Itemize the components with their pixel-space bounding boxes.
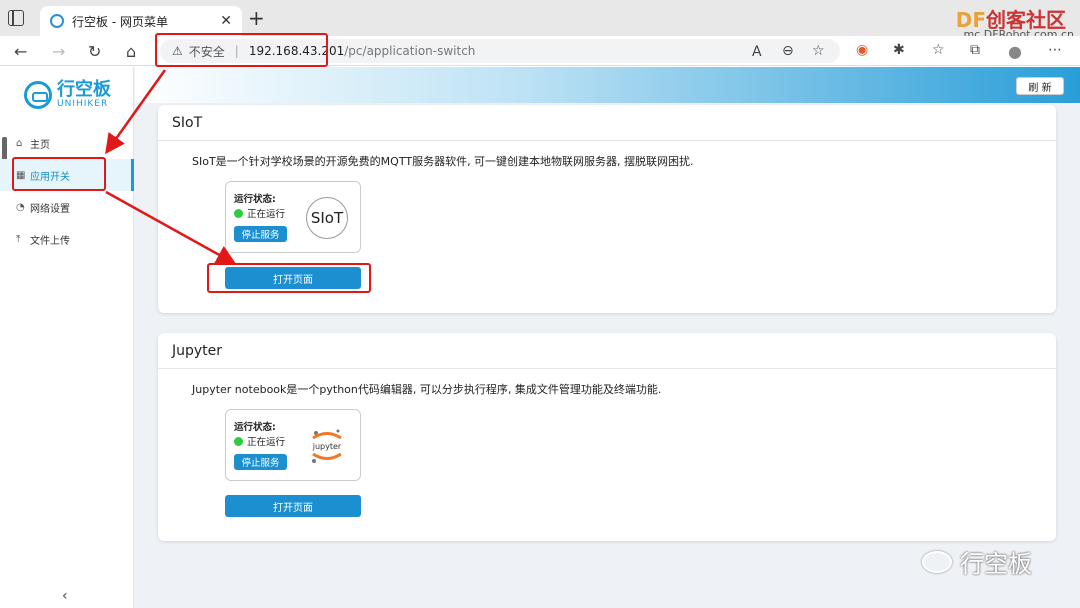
annotation-open-button-box: [207, 263, 371, 293]
wechat-icon: [922, 550, 952, 573]
extension-icon[interactable]: ◉: [856, 42, 868, 58]
unihiker-logo: 行空板 UNIHIKER: [24, 81, 111, 109]
extensions-puzzle-icon[interactable]: ✱: [893, 42, 905, 58]
browser-tab-bar: 行空板 - 网页菜单 ✕ + DF创客社区 mc.DFRobot.com.cn: [0, 0, 1080, 41]
favorite-add-icon[interactable]: ☆: [812, 43, 825, 59]
back-arrow-icon[interactable]: ←: [14, 42, 27, 61]
watermark-bottom: 行空板: [922, 544, 1032, 579]
logo-ring-icon: [24, 81, 52, 109]
status-panel: 运行状态: 正在运行 停止服务 SIoT: [225, 181, 361, 253]
sidebar: 行空板 UNIHIKER ⌂ 主页 ▦ 应用开关 ◔ 网络设置 ⤒ 文件上传 ‹: [0, 67, 134, 608]
annotation-menu-box: [12, 157, 106, 191]
status-value: 正在运行: [234, 206, 285, 220]
url-path: /pc/application-switch: [344, 44, 476, 58]
sidebar-item-label: 主页: [30, 139, 50, 151]
collections-icon[interactable]: ⧉: [970, 42, 980, 58]
page-content: 行空板 UNIHIKER ⌂ 主页 ▦ 应用开关 ◔ 网络设置 ⤒ 文件上传 ‹: [0, 67, 1080, 608]
app-card-jupyter: Jupyter Jupyter notebook是一个python代码编辑器, …: [158, 333, 1056, 541]
status-label: 运行状态:: [234, 422, 276, 433]
home-icon[interactable]: ⌂: [126, 42, 136, 61]
sidebar-item-home[interactable]: ⌂ 主页: [0, 127, 134, 159]
sidebar-item-network[interactable]: ◔ 网络设置: [0, 191, 134, 223]
main-area: 刷 新 SIoT SIoT是一个针对学校场景的开源免费的MQTT服务器软件, 可…: [135, 67, 1080, 608]
card-title: Jupyter: [158, 333, 1056, 369]
wifi-icon: ◔: [16, 201, 25, 213]
refresh-button[interactable]: 刷 新: [1016, 77, 1064, 95]
logo-subtitle: UNIHIKER: [57, 99, 109, 109]
more-menu-icon[interactable]: ⋯: [1048, 42, 1062, 58]
logo-title: 行空板: [57, 79, 111, 100]
running-dot-icon: [234, 208, 243, 218]
sidebar-item-label: 文件上传: [30, 235, 70, 247]
sidebar-item-label: 网络设置: [30, 203, 70, 215]
new-tab-button[interactable]: +: [248, 6, 265, 30]
header-banner: 刷 新: [135, 67, 1080, 103]
status-panel: 运行状态: 正在运行 停止服务 jupyter: [225, 409, 361, 481]
card-description: SIoT是一个针对学校场景的开源免费的MQTT服务器软件, 可一键创建本地物联网…: [192, 155, 694, 168]
open-page-button[interactable]: 打开页面: [225, 495, 361, 517]
collapse-sidebar-icon[interactable]: ‹: [62, 588, 68, 604]
running-dot-icon: [234, 436, 243, 446]
reload-icon[interactable]: ↻: [88, 42, 101, 61]
browser-tab[interactable]: 行空板 - 网页菜单 ✕: [40, 6, 242, 36]
forward-arrow-icon[interactable]: →: [52, 42, 65, 61]
upload-icon: ⤒: [16, 233, 21, 245]
status-value: 正在运行: [234, 434, 285, 448]
svg-text:jupyter: jupyter: [312, 442, 342, 451]
watermark-bottom-text: 行空板: [960, 550, 1032, 578]
tab-favicon-icon: [50, 14, 64, 28]
favorites-icon[interactable]: ☆: [932, 42, 945, 58]
stop-service-button[interactable]: 停止服务: [234, 226, 287, 242]
read-aloud-icon[interactable]: A: [752, 44, 762, 60]
zoom-icon[interactable]: ⊖: [782, 43, 794, 59]
card-description: Jupyter notebook是一个python代码编辑器, 可以分步执行程序…: [192, 383, 662, 396]
card-title: SIoT: [158, 105, 1056, 141]
tab-title: 行空板 - 网页菜单: [72, 14, 168, 29]
home-icon: ⌂: [16, 137, 23, 149]
profile-avatar[interactable]: ●: [1008, 42, 1022, 61]
status-label: 运行状态:: [234, 194, 276, 205]
tab-close-icon[interactable]: ✕: [220, 13, 232, 29]
sidebar-item-upload[interactable]: ⤒ 文件上传: [0, 223, 134, 255]
tab-actions-icon[interactable]: [8, 10, 24, 26]
stop-service-button[interactable]: 停止服务: [234, 454, 287, 470]
annotation-url-box: [155, 33, 328, 67]
sidebar-menu: ⌂ 主页 ▦ 应用开关 ◔ 网络设置 ⤒ 文件上传: [0, 127, 134, 255]
jupyter-logo: jupyter: [306, 425, 348, 467]
siot-logo: SIoT: [306, 197, 348, 239]
jupyter-logo-icon: jupyter: [312, 429, 342, 463]
